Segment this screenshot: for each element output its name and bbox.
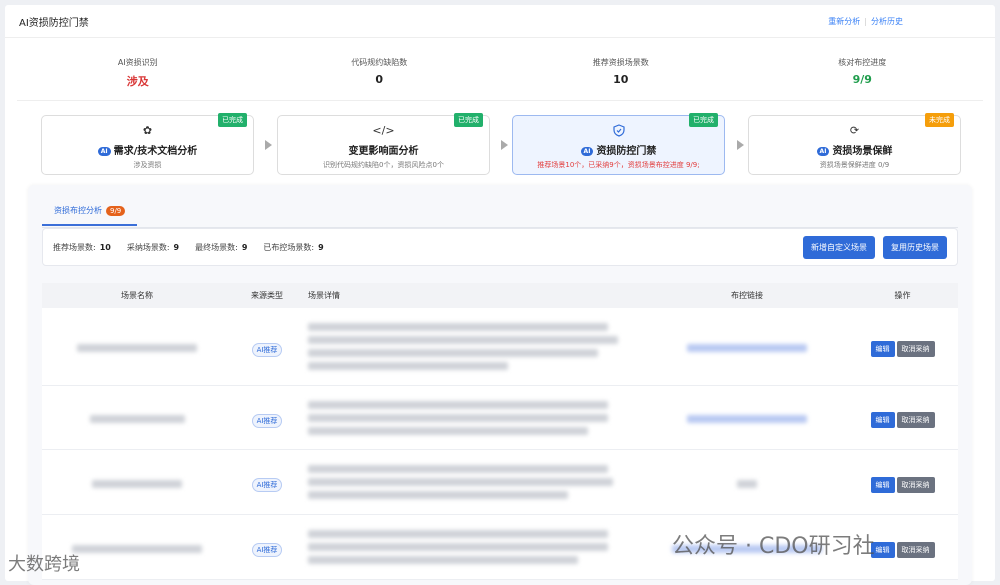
blurred-link[interactable] bbox=[687, 344, 807, 352]
step-scene-refresh[interactable]: 未完成 ⟳ AI资损场景保鲜 资损场景保鲜进度 0/9 bbox=[748, 115, 961, 175]
arrow-icon bbox=[501, 140, 508, 150]
header: AI资损防控门禁 重新分析 | 分析历史 bbox=[5, 5, 995, 38]
blurred-scene-detail bbox=[302, 525, 647, 569]
page: AI资损防控门禁 重新分析|分析历史 AI资损识别涉及 代码规约缺陷数0 推荐资… bbox=[5, 5, 995, 581]
summary-value: 9 bbox=[242, 243, 248, 252]
cancel-adopt-button[interactable]: 取消采纳 bbox=[897, 412, 935, 428]
stat-item: 核对布控进度 9/9 bbox=[742, 57, 984, 100]
step-title: 需求/技术文档分析 bbox=[114, 146, 198, 157]
arrow-icon bbox=[265, 140, 272, 150]
step-subtitle: 涉及资损 bbox=[42, 160, 253, 170]
reanalyze-link[interactable]: 重新分析 bbox=[828, 17, 860, 26]
blurred-scene-detail bbox=[302, 396, 647, 440]
column-header: 来源类型 bbox=[232, 290, 302, 301]
summary-label: 推荐场景数: bbox=[53, 243, 96, 252]
analysis-panel: 资损布控分析 9/9 推荐场景数: 10 采纳场景数: 9 最终场景数: 9 已布控场景… bbox=[28, 185, 972, 585]
column-header: 场景详情 bbox=[302, 290, 647, 301]
summary-value: 9 bbox=[174, 243, 180, 252]
cancel-adopt-button[interactable]: 取消采纳 bbox=[897, 477, 935, 493]
stat-item: 推荐资损场景数 10 bbox=[500, 57, 742, 100]
status-badge: 已完成 bbox=[454, 113, 483, 127]
column-header: 操作 bbox=[847, 290, 958, 301]
summary-item: 推荐场景数: 10 bbox=[53, 242, 111, 253]
stats-bar: AI资损识别涉及 代码规约缺陷数 0 推荐资损场景数 10 核对布控进度 9/9 bbox=[17, 57, 983, 101]
divider: | bbox=[864, 17, 867, 26]
table-row: AI推荐 编辑取消采纳 bbox=[42, 450, 958, 515]
source-tag: AI推荐 bbox=[252, 343, 283, 357]
stat-label: 核对布控进度 bbox=[742, 57, 984, 68]
step-subtitle: 推荐场景10个，已采纳9个，资损场景布控进度 9/9; bbox=[513, 160, 724, 170]
column-header: 场景名称 bbox=[42, 290, 232, 301]
history-link[interactable]: 分析历史 bbox=[871, 17, 903, 26]
summary-item: 已布控场景数: 9 bbox=[263, 242, 323, 253]
tab-loss-control-analysis[interactable]: 资损布控分析 9/9 bbox=[42, 205, 137, 226]
step-loss-gate[interactable]: 已完成 AI资损防控门禁 推荐场景10个，已采纳9个，资损场景布控进度 9/9; bbox=[512, 115, 725, 175]
summary-value: 9 bbox=[318, 243, 324, 252]
ai-badge: AI bbox=[98, 147, 111, 156]
page-title: AI资损防控门禁 bbox=[19, 14, 828, 29]
watermark-right: 公众号 · CDO研习社 bbox=[672, 528, 875, 560]
source-tag: AI推荐 bbox=[252, 414, 283, 428]
blurred-scene-name bbox=[90, 415, 185, 423]
edit-button[interactable]: 编辑 bbox=[871, 477, 895, 493]
cancel-adopt-button[interactable]: 取消采纳 bbox=[897, 341, 935, 357]
cancel-adopt-button[interactable]: 取消采纳 bbox=[897, 542, 935, 558]
summary-label: 采纳场景数: bbox=[127, 243, 170, 252]
table-header: 场景名称 来源类型 场景详情 布控链接 操作 bbox=[42, 283, 958, 308]
tab-label: 资损布控分析 bbox=[54, 206, 102, 215]
table-row: AI推荐 编辑取消采纳 bbox=[42, 308, 958, 386]
step-impact-analysis[interactable]: 已完成 </> 变更影响面分析 识别代码规约缺陷0个，资损风险点0个 bbox=[277, 115, 490, 175]
step-doc-analysis[interactable]: 已完成 ✿ AI需求/技术文档分析 涉及资损 bbox=[41, 115, 254, 175]
blurred-link[interactable] bbox=[737, 480, 757, 488]
summary-label: 最终场景数: bbox=[195, 243, 238, 252]
step-title: 变更影响面分析 bbox=[349, 146, 419, 157]
edit-button[interactable]: 编辑 bbox=[871, 412, 895, 428]
stat-label: 推荐资损场景数 bbox=[500, 57, 742, 68]
source-tag: AI推荐 bbox=[252, 543, 283, 557]
arrow-icon bbox=[737, 140, 744, 150]
edit-button[interactable]: 编辑 bbox=[871, 341, 895, 357]
stat-value: 涉及 bbox=[17, 73, 259, 89]
tab-count-badge: 9/9 bbox=[106, 206, 125, 216]
blurred-scene-name bbox=[92, 480, 182, 488]
stat-value: 0 bbox=[259, 73, 501, 86]
reuse-history-scene-button[interactable]: 复用历史场景 bbox=[883, 236, 947, 259]
summary-bar: 推荐场景数: 10 采纳场景数: 9 最终场景数: 9 已布控场景数: 9 新增自定义场… bbox=[42, 228, 958, 266]
stat-value: 9/9 bbox=[742, 73, 984, 86]
watermark-left: 大数跨境 bbox=[8, 550, 80, 576]
source-tag: AI推荐 bbox=[252, 478, 283, 492]
summary-item: 最终场景数: 9 bbox=[195, 242, 247, 253]
summary-value: 10 bbox=[100, 243, 111, 252]
stat-label: AI资损识别 bbox=[17, 57, 259, 68]
add-custom-scene-button[interactable]: 新增自定义场景 bbox=[803, 236, 875, 259]
step-title: 资损防控门禁 bbox=[596, 146, 656, 157]
ai-badge: AI bbox=[581, 147, 594, 156]
stat-value: 10 bbox=[500, 73, 742, 86]
blurred-scene-name bbox=[72, 545, 202, 553]
status-badge: 未完成 bbox=[925, 113, 954, 127]
summary-item: 采纳场景数: 9 bbox=[127, 242, 179, 253]
status-badge: 已完成 bbox=[218, 113, 247, 127]
step-subtitle: 资损场景保鲜进度 0/9 bbox=[749, 160, 960, 170]
stat-item: AI资损识别涉及 bbox=[17, 57, 259, 100]
workflow-steps: 已完成 ✿ AI需求/技术文档分析 涉及资损 已完成 </> 变更影响面分析 识… bbox=[41, 115, 961, 175]
blurred-scene-detail bbox=[302, 318, 647, 375]
ai-badge: AI bbox=[817, 147, 830, 156]
table-row: AI推荐 编辑取消采纳 bbox=[42, 386, 958, 450]
status-badge: 已完成 bbox=[689, 113, 718, 127]
blurred-link[interactable] bbox=[687, 415, 807, 423]
summary-label: 已布控场景数: bbox=[263, 243, 314, 252]
blurred-scene-name bbox=[77, 344, 197, 352]
blurred-scene-detail bbox=[302, 460, 647, 504]
stat-item: 代码规约缺陷数 0 bbox=[259, 57, 501, 100]
stat-label: 代码规约缺陷数 bbox=[259, 57, 501, 68]
column-header: 布控链接 bbox=[647, 290, 847, 301]
step-title: 资损场景保鲜 bbox=[832, 146, 892, 157]
step-subtitle: 识别代码规约缺陷0个，资损风险点0个 bbox=[278, 160, 489, 170]
